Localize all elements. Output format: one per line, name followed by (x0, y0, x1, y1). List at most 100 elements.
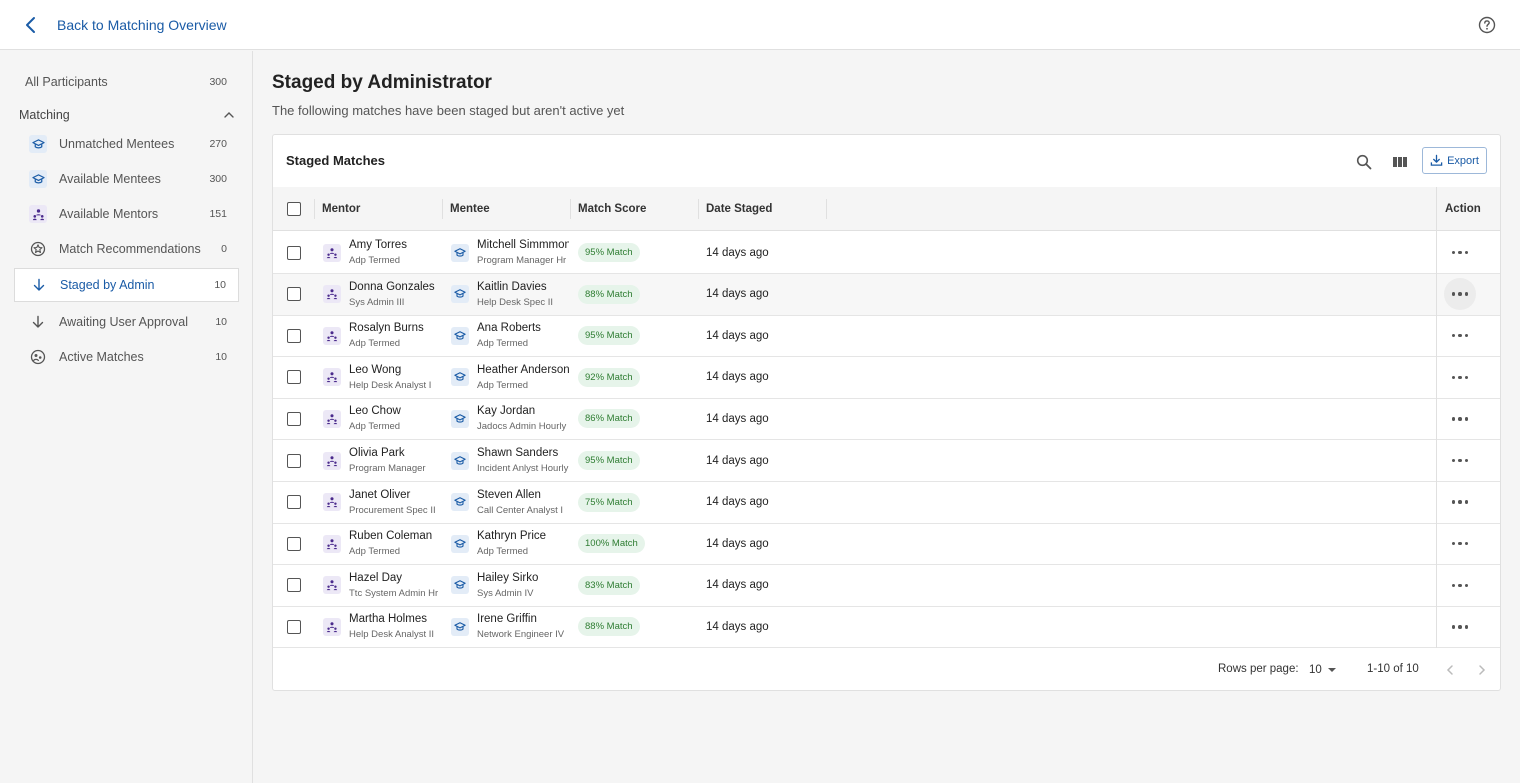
sidebar-item-count: 0 (221, 243, 227, 255)
rows-per-page-value: 10 (1309, 664, 1322, 676)
sidebar-item-count: 300 (209, 173, 227, 185)
mentee-name: Shawn Sanders (477, 447, 559, 459)
rows-per-page-label: Rows per page: (1218, 663, 1299, 675)
mentee-role: Sys Admin IV (477, 587, 534, 599)
row-actions-button[interactable] (1444, 237, 1476, 269)
column-header-date-staged[interactable]: Date Staged (706, 187, 772, 231)
match-score-badge: 92% Match (578, 367, 640, 387)
match-score-badge: 83% Match (578, 575, 640, 595)
row-actions-button[interactable] (1444, 528, 1476, 560)
table-row[interactable]: Leo Chow Adp Termed Kay Jordan Jadocs Admin… (273, 398, 1500, 441)
help-icon[interactable] (1478, 16, 1496, 34)
match-score-badge: 95% Match (578, 326, 640, 346)
sidebar-item-label: Staged by Admin (60, 278, 155, 292)
sidebar-item-staged-by-admin[interactable]: Staged by Admin 10 (14, 268, 239, 302)
mentor-name: Hazel Day (349, 571, 403, 584)
sidebar-item-count: 10 (215, 316, 227, 328)
row-actions-button[interactable] (1444, 403, 1476, 435)
staged-matches-card: Staged Matches Export Mentor Mentee Matc… (272, 134, 1501, 691)
back-link[interactable]: Back to Matching Overview (22, 12, 227, 38)
sidebar: All Participants 300 Matching Unmatched … (0, 51, 253, 783)
date-staged: 14 days ago (706, 246, 769, 259)
mentor-icon (323, 243, 341, 262)
table-row[interactable]: Olivia Park Program Manager Shawn Sanders I… (273, 440, 1500, 482)
column-header-match-score[interactable]: Match Score (578, 187, 646, 231)
mentee-role: Adp Termed (477, 379, 529, 391)
sidebar-item-label: Unmatched Mentees (59, 137, 175, 151)
more-icon (1451, 292, 1456, 296)
mentee-name: Kay Jordan (477, 405, 536, 418)
select-all-checkbox[interactable] (287, 202, 301, 216)
search-button[interactable] (1354, 152, 1374, 172)
sidebar-item-available-mentors[interactable]: Available Mentors 151 (14, 197, 239, 231)
mentee-icon (451, 451, 469, 470)
table-row[interactable]: Martha Holmes Help Desk Analyst II Irene G… (273, 606, 1500, 649)
sidebar-item-unmatched-mentees[interactable]: Unmatched Mentees 270 (14, 127, 239, 161)
rows-per-page-select[interactable]: 10 (1309, 661, 1339, 679)
table-row[interactable]: Leo Wong Help Desk Analyst I Heather Ander… (273, 357, 1500, 399)
sidebar-section-matching[interactable]: Matching (19, 107, 235, 123)
row-actions-button[interactable] (1444, 361, 1476, 393)
mentee-icon (451, 617, 469, 636)
mentor-role: Adp Termed (349, 546, 401, 558)
columns-button[interactable] (1390, 152, 1410, 172)
action-column-divider (1436, 187, 1437, 648)
row-checkbox[interactable] (287, 328, 301, 343)
row-checkbox[interactable] (287, 287, 301, 302)
mentor-role: Help Desk Analyst I (349, 379, 432, 391)
row-checkbox[interactable] (287, 578, 301, 593)
sidebar-item-count: 10 (215, 351, 227, 363)
row-actions-button[interactable] (1444, 486, 1476, 518)
mentor-role: Ttc System Admin Hr (349, 587, 439, 599)
row-actions-button[interactable] (1444, 320, 1476, 352)
sidebar-item-count: 10 (214, 279, 226, 291)
table-row[interactable]: Hazel Day Ttc System Admin Hr Hailey Sirko… (273, 565, 1500, 607)
table-row[interactable]: Donna Gonzales Sys Admin III Kaitlin Davie… (273, 273, 1500, 316)
row-actions-button[interactable] (1444, 611, 1476, 643)
mentor-role: Adp Termed (349, 421, 401, 433)
sidebar-item-active-matches[interactable]: Active Matches 10 (14, 340, 239, 374)
sidebar-item-all-participants[interactable]: All Participants 300 (14, 65, 239, 99)
pagination-range: 1-10 of 10 (1367, 663, 1419, 675)
sidebar-item-available-mentees[interactable]: Available Mentees 300 (14, 162, 239, 196)
table-pagination: Rows per page: 10 1-10 of 10 (273, 649, 1500, 691)
sidebar-item-label: Available Mentees (59, 172, 161, 186)
table-row[interactable]: Amy Torres Adp Termed Mitchell Simmmons Pro… (273, 232, 1500, 274)
previous-page-button[interactable] (1441, 661, 1459, 679)
row-actions-button[interactable] (1444, 278, 1476, 311)
mentee-role: Adp Termed (477, 546, 529, 558)
match-score-badge: 75% Match (578, 492, 640, 512)
column-header-mentor[interactable]: Mentor (322, 187, 360, 231)
date-staged: 14 days ago (706, 496, 769, 509)
column-header-mentee[interactable]: Mentee (450, 187, 490, 231)
row-checkbox[interactable] (287, 536, 301, 551)
mentor-name: Martha Holmes (349, 613, 427, 626)
mentee-name: Mitchell Simmmons (477, 239, 569, 251)
columns-icon (1393, 157, 1407, 167)
sidebar-item-match-recommendations[interactable]: Match Recommendations 0 (14, 232, 239, 266)
table-row[interactable]: Ruben Coleman Adp Termed Kathryn Price Adp … (273, 523, 1500, 566)
sidebar-item-count: 151 (209, 208, 227, 220)
row-checkbox[interactable] (287, 453, 301, 468)
row-checkbox[interactable] (287, 411, 301, 426)
next-page-button[interactable] (1473, 661, 1491, 679)
date-staged: 14 days ago (706, 620, 769, 633)
mentee-icon (451, 368, 469, 387)
table-row[interactable]: Janet Oliver Procurement Spec II Steven Al… (273, 482, 1500, 524)
export-button[interactable]: Export (1422, 147, 1487, 174)
row-checkbox[interactable] (287, 245, 301, 260)
mentee-role: Program Manager Hr (477, 255, 567, 266)
sidebar-item-awaiting-user-approval[interactable]: Awaiting User Approval 10 (14, 305, 239, 339)
mentor-role: Adp Termed (349, 338, 401, 350)
sidebar-item-label: Active Matches (59, 350, 144, 364)
mentor-icon (323, 451, 341, 470)
row-actions-button[interactable] (1444, 569, 1476, 601)
row-actions-button[interactable] (1444, 445, 1476, 477)
row-checkbox[interactable] (287, 619, 301, 634)
mentee-name: Steven Allen (477, 488, 541, 501)
mentee-role: Network Engineer IV (477, 629, 565, 641)
row-checkbox[interactable] (287, 370, 301, 385)
more-icon (1451, 375, 1456, 380)
row-checkbox[interactable] (287, 495, 301, 510)
table-row[interactable]: Rosalyn Burns Adp Termed Ana Roberts Adp Te… (273, 315, 1500, 358)
